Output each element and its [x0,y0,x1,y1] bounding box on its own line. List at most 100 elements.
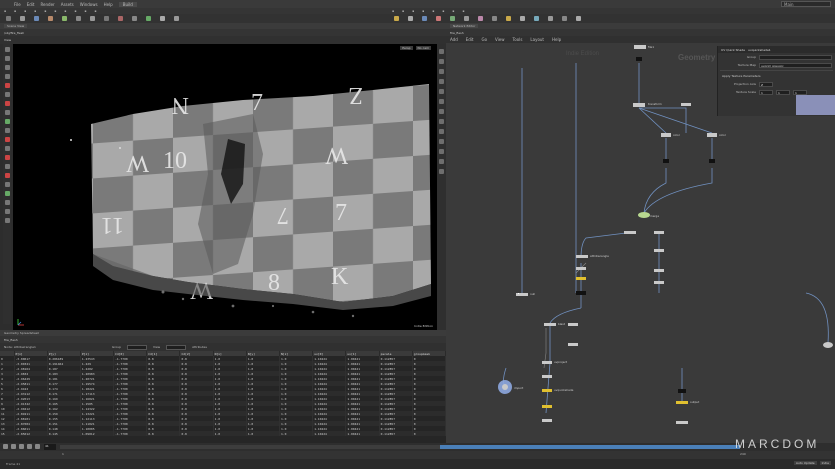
step-icon[interactable] [27,444,32,449]
display-option-icon[interactable] [439,99,444,104]
light-icon[interactable] [394,16,399,21]
display-option-icon[interactable] [439,69,444,74]
select-tool-icon[interactable] [4,47,10,52]
texture-scale-field[interactable]: 1 [776,89,790,95]
tool-icon[interactable] [4,191,10,196]
tool-icon[interactable] [4,146,10,151]
projection-axis-menu[interactable]: Z [759,81,773,87]
tool-icon[interactable] [146,16,151,21]
tool-icon[interactable] [506,16,511,21]
network-node[interactable] [568,343,578,346]
tool-icon[interactable] [104,16,109,21]
network-editor[interactable]: Network Editor fire_flesh Add Edit Go Vi… [446,23,835,443]
tool-icon[interactable] [48,16,53,21]
tool-icon[interactable] [4,218,10,223]
tool-icon[interactable] [520,16,525,21]
menu-render[interactable]: Render [40,2,54,7]
range-start[interactable]: 1 [62,452,64,456]
end-icon[interactable] [35,444,40,449]
network-node[interactable] [576,277,586,280]
tool-icon[interactable] [450,16,455,21]
group-field[interactable] [759,54,832,60]
background-image-tile[interactable] [796,95,835,115]
display-option-icon[interactable] [439,139,444,144]
brush-tool-icon[interactable] [4,101,10,106]
shelf-tab[interactable]: ▪ [64,9,66,13]
handle-tool-icon[interactable] [4,83,10,88]
shelf-tab[interactable]: ▪ [24,9,26,13]
tool-icon[interactable] [562,16,567,21]
display-option-icon[interactable] [439,89,444,94]
menu-file[interactable]: File [14,2,21,7]
play-back-icon[interactable] [3,444,8,449]
spreadsheet-path[interactable]: fire_flesh [4,338,18,342]
tab-geometry-spreadsheet[interactable]: Geometry Spreadsheet [4,331,39,335]
tool-icon[interactable] [436,16,441,21]
table-row[interactable]: 15 -2.85012 0.145 1.09012 -1.7700 0.8 0.8 1.0 1.… [0,431,446,436]
tool-icon[interactable] [34,16,39,21]
rotate-tool-icon[interactable] [4,65,10,70]
display-option-icon[interactable] [439,169,444,174]
menu-windows[interactable]: Windows [80,2,98,7]
pose-tool-icon[interactable] [4,92,10,97]
shelf-tab[interactable]: ▪ [14,9,16,13]
tool-icon[interactable] [20,16,25,21]
shelf-tab[interactable]: ▪ [84,9,86,13]
display-option-icon[interactable] [439,129,444,134]
merge-node[interactable] [638,212,650,218]
menu-help[interactable]: Help [104,2,113,7]
tool-icon[interactable] [492,16,497,21]
texture-scale-field[interactable]: 1 [793,89,807,95]
tool-icon[interactable] [4,200,10,205]
tool-icon[interactable] [408,16,413,21]
desktop-tab[interactable]: Build [118,1,137,7]
network-node[interactable] [576,267,586,270]
network-node[interactable] [568,323,578,326]
tool-icon[interactable] [6,16,11,21]
tool-icon[interactable] [4,209,10,214]
scene-path[interactable]: /obj/fire_flesh [4,31,24,35]
shelf-tab[interactable]: ▪ [462,9,464,13]
persp-menu[interactable]: Persp [400,46,413,50]
network-node[interactable] [654,281,664,284]
shelf-tab[interactable]: ▪ [44,9,46,13]
network-node[interactable] [542,405,552,408]
tab-scene-view[interactable]: Scene View [4,24,28,28]
move-tool-icon[interactable] [4,56,10,61]
param-node-name[interactable]: uvquickshade1 [748,48,771,52]
network-node[interactable] [654,249,664,252]
display-option-icon[interactable] [439,149,444,154]
tool-icon[interactable] [422,16,427,21]
tool-icon[interactable] [76,16,81,21]
display-option-icon[interactable] [439,79,444,84]
network-node[interactable] [576,255,588,258]
tool-icon[interactable] [132,16,137,21]
tool-icon[interactable] [4,137,10,142]
param-section-label[interactable]: Apply Texture Parameters [720,74,761,78]
texture-scale-field[interactable]: 1 [759,89,773,95]
tool-icon[interactable] [478,16,483,21]
network-node[interactable] [576,291,586,295]
network-node[interactable] [634,45,646,49]
tool-icon[interactable] [62,16,67,21]
shelf-tab[interactable]: ▪ [402,9,404,13]
view-tool-icon[interactable] [4,110,10,115]
network-node[interactable] [661,133,671,137]
tool-icon[interactable] [464,16,469,21]
network-node[interactable] [676,421,688,424]
network-node[interactable] [709,159,715,163]
camera-menu[interactable]: No cam [415,46,431,50]
tool-icon[interactable] [4,182,10,187]
network-node[interactable] [707,133,717,137]
tool-icon[interactable] [90,16,95,21]
shelf-tab[interactable]: ▪ [452,9,454,13]
shelf-tab[interactable]: ▪ [74,9,76,13]
3d-viewport[interactable]: N 7 Z W 10 W 11 7 7 W 8 K Persp No cam I [13,44,437,330]
snap-tool-icon[interactable] [4,119,10,124]
display-option-icon[interactable] [439,159,444,164]
tool-icon[interactable] [548,16,553,21]
menu-assets[interactable]: Assets [61,2,74,7]
scale-tool-icon[interactable] [4,74,10,79]
network-node[interactable] [636,57,642,61]
shelf-tab[interactable]: ▪ [4,9,6,13]
